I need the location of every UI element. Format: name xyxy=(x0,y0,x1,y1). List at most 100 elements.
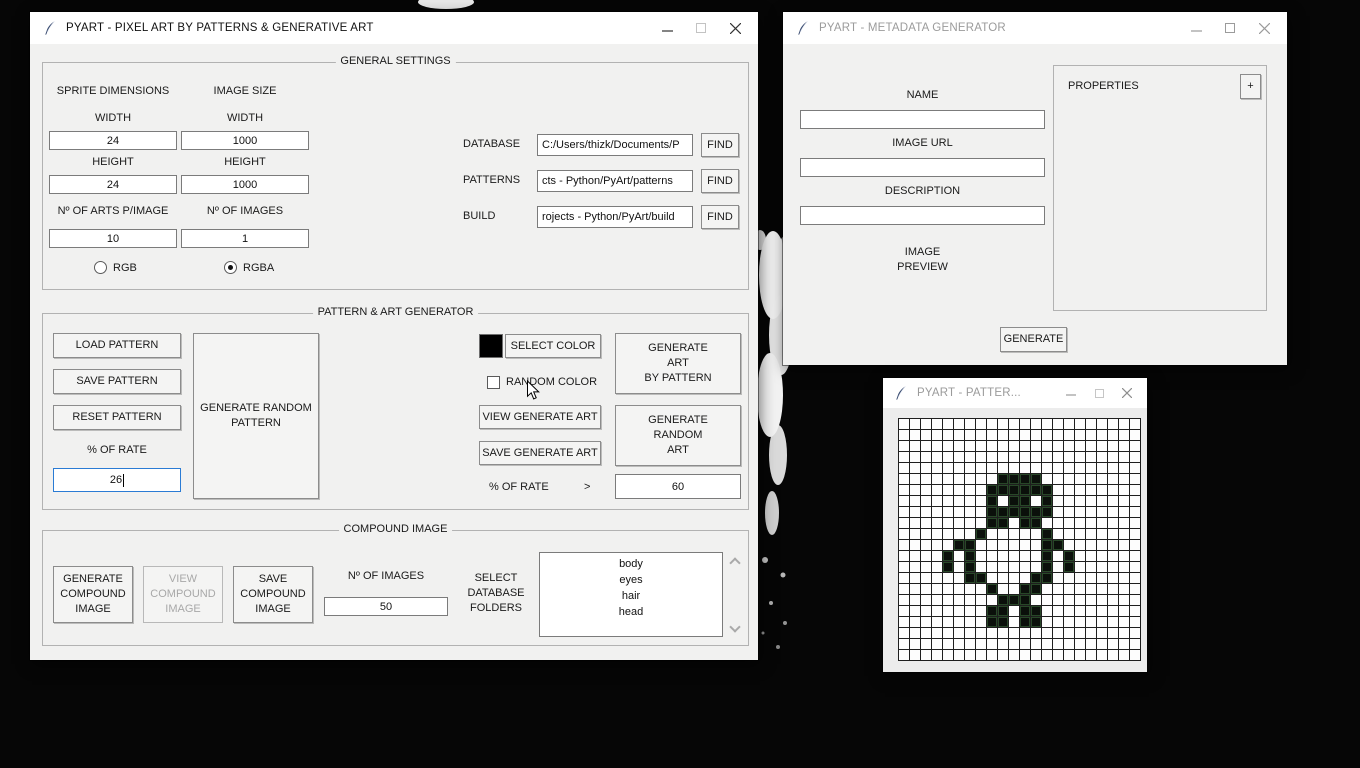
pattern-cell[interactable] xyxy=(1097,518,1108,529)
pattern-cell[interactable] xyxy=(932,474,943,485)
pattern-cell[interactable] xyxy=(1009,628,1020,639)
pattern-cell[interactable] xyxy=(1031,595,1042,606)
pattern-cell[interactable] xyxy=(965,595,976,606)
database-find-button[interactable]: FIND xyxy=(701,133,739,157)
pattern-cell[interactable] xyxy=(965,606,976,617)
pattern-cell[interactable] xyxy=(932,639,943,650)
pattern-cell[interactable] xyxy=(1064,474,1075,485)
pattern-cell[interactable] xyxy=(899,584,910,595)
pattern-cell[interactable] xyxy=(1020,419,1031,430)
pattern-cell[interactable] xyxy=(1075,452,1086,463)
random-color-checkbox[interactable] xyxy=(487,376,500,389)
pattern-cell[interactable] xyxy=(954,518,965,529)
pattern-cell[interactable] xyxy=(1009,452,1020,463)
pattern-cell-filled[interactable] xyxy=(1020,485,1031,496)
pattern-cell[interactable] xyxy=(943,628,954,639)
pattern-cell[interactable] xyxy=(1042,650,1053,661)
pattern-cell[interactable] xyxy=(910,540,921,551)
generate-compound-image-button[interactable]: GENERATE COMPOUND IMAGE xyxy=(53,566,133,623)
pattern-cell[interactable] xyxy=(932,562,943,573)
pattern-cell[interactable] xyxy=(1075,529,1086,540)
pattern-cell[interactable] xyxy=(1009,573,1020,584)
pattern-cell[interactable] xyxy=(976,584,987,595)
pattern-cell[interactable] xyxy=(1108,606,1119,617)
database-folders-listbox[interactable]: body eyes hair head xyxy=(539,552,723,637)
pattern-cell[interactable] xyxy=(987,430,998,441)
pattern-cell[interactable] xyxy=(943,419,954,430)
pattern-cell[interactable] xyxy=(1086,496,1097,507)
pattern-cell[interactable] xyxy=(1053,529,1064,540)
pattern-cell[interactable] xyxy=(976,628,987,639)
pattern-cell[interactable] xyxy=(1042,584,1053,595)
pattern-cell[interactable] xyxy=(1097,507,1108,518)
pattern-cell[interactable] xyxy=(1053,518,1064,529)
pattern-cell[interactable] xyxy=(987,441,998,452)
pattern-cell[interactable] xyxy=(932,430,943,441)
rate2-input[interactable]: 60 xyxy=(615,474,741,499)
view-generate-art-button[interactable]: VIEW GENERATE ART xyxy=(479,405,601,429)
pattern-cell[interactable] xyxy=(1097,551,1108,562)
pattern-cell[interactable] xyxy=(1119,540,1130,551)
pattern-cell[interactable] xyxy=(1097,639,1108,650)
pattern-cell[interactable] xyxy=(1075,441,1086,452)
pattern-cell[interactable] xyxy=(1042,452,1053,463)
pattern-cell[interactable] xyxy=(1075,650,1086,661)
pattern-cell[interactable] xyxy=(954,430,965,441)
pattern-cell[interactable] xyxy=(987,573,998,584)
pattern-cell[interactable] xyxy=(1064,650,1075,661)
minimize-button[interactable] xyxy=(1179,12,1213,44)
pattern-cell[interactable] xyxy=(1031,529,1042,540)
pattern-cell-filled[interactable] xyxy=(998,485,1009,496)
pattern-cell[interactable] xyxy=(998,650,1009,661)
pattern-cell[interactable] xyxy=(1020,463,1031,474)
pattern-cell[interactable] xyxy=(899,573,910,584)
pattern-cell[interactable] xyxy=(921,606,932,617)
pattern-cell[interactable] xyxy=(987,650,998,661)
pattern-cell[interactable] xyxy=(1097,628,1108,639)
pattern-cell[interactable] xyxy=(910,639,921,650)
pattern-cell[interactable] xyxy=(899,639,910,650)
pattern-cell[interactable] xyxy=(1042,430,1053,441)
pattern-cell-filled[interactable] xyxy=(1031,584,1042,595)
pattern-cell[interactable] xyxy=(1009,584,1020,595)
close-button[interactable] xyxy=(718,12,752,44)
pattern-cell[interactable] xyxy=(899,606,910,617)
pattern-cell[interactable] xyxy=(1053,573,1064,584)
pattern-cell[interactable] xyxy=(1009,551,1020,562)
folder-item[interactable]: head xyxy=(540,604,722,620)
pattern-cell[interactable] xyxy=(899,595,910,606)
pattern-cell[interactable] xyxy=(987,540,998,551)
pattern-cell[interactable] xyxy=(1108,650,1119,661)
pattern-cell-filled[interactable] xyxy=(954,540,965,551)
pattern-cell[interactable] xyxy=(1119,584,1130,595)
pattern-cell[interactable] xyxy=(1097,529,1108,540)
pattern-cell-filled[interactable] xyxy=(1020,595,1031,606)
pattern-cell[interactable] xyxy=(899,507,910,518)
pattern-cell[interactable] xyxy=(899,496,910,507)
pattern-cell[interactable] xyxy=(910,595,921,606)
pattern-cell[interactable] xyxy=(1009,430,1020,441)
pattern-cell[interactable] xyxy=(976,441,987,452)
save-generate-art-button[interactable]: SAVE GENERATE ART xyxy=(479,441,601,465)
pattern-cell[interactable] xyxy=(932,650,943,661)
pattern-cell[interactable] xyxy=(910,452,921,463)
pattern-cell[interactable] xyxy=(998,540,1009,551)
pattern-cell[interactable] xyxy=(1108,485,1119,496)
pattern-cell[interactable] xyxy=(1097,540,1108,551)
pattern-cell-filled[interactable] xyxy=(943,562,954,573)
pattern-cell-filled[interactable] xyxy=(1020,606,1031,617)
pattern-cell[interactable] xyxy=(987,551,998,562)
close-button[interactable] xyxy=(1247,12,1281,44)
pattern-cell[interactable] xyxy=(1130,650,1141,661)
pattern-cell[interactable] xyxy=(921,518,932,529)
pattern-cell[interactable] xyxy=(921,430,932,441)
pattern-cell[interactable] xyxy=(943,452,954,463)
pattern-cell[interactable] xyxy=(1064,507,1075,518)
pattern-cell[interactable] xyxy=(910,474,921,485)
pattern-cell-filled[interactable] xyxy=(987,606,998,617)
maximize-button[interactable] xyxy=(684,12,718,44)
pattern-cell[interactable] xyxy=(1031,650,1042,661)
pattern-cell[interactable] xyxy=(943,595,954,606)
pattern-cell[interactable] xyxy=(1086,650,1097,661)
pattern-cell[interactable] xyxy=(1031,639,1042,650)
